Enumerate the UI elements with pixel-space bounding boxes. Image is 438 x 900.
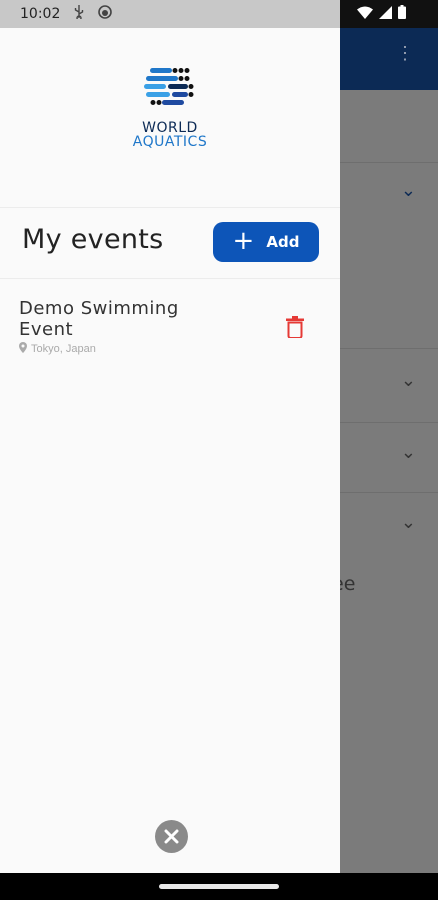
more-vert-icon: ⋮ [396, 43, 414, 63]
background-row: ⌄ [340, 162, 438, 349]
event-name: Demo Swimming Event [19, 298, 179, 340]
page-title: My events [22, 224, 164, 255]
navigation-drawer: WORLD AQUATICS My events + Add Demo Swim… [0, 28, 340, 873]
home-gesture-handle[interactable] [159, 884, 279, 889]
chevron-down-icon: ⌄ [400, 442, 416, 462]
notification-icon [98, 5, 113, 23]
chevron-down-icon: ⌄ [400, 512, 416, 532]
event-location: Tokyo, Japan [19, 342, 319, 356]
background-text: ee [340, 573, 356, 595]
plus-icon: + [232, 226, 255, 256]
background-row: ⌄ [340, 348, 438, 423]
delete-event-button[interactable] [286, 316, 304, 343]
event-list-item[interactable]: Demo Swimming Event Tokyo, Japan [19, 298, 319, 356]
world-aquatics-logo: WORLD AQUATICS [120, 66, 220, 149]
background-app-scrim[interactable]: ⋮ ⌄ ⌄ ⌄ ⌄ ee [340, 28, 438, 873]
system-nav-bar [0, 873, 438, 900]
status-time: 10:02 [20, 6, 61, 22]
wifi-icon [357, 6, 373, 23]
status-bar: 10:02 [0, 0, 438, 28]
add-button-label: Add [266, 233, 300, 251]
close-drawer-button[interactable] [155, 820, 188, 853]
logo-mark-icon [144, 68, 194, 105]
divider [0, 278, 340, 279]
background-row [340, 90, 438, 163]
background-row: ⌄ [340, 422, 438, 493]
location-pin-icon [19, 342, 27, 356]
background-row: ⌄ [340, 492, 438, 562]
logo-text-aquatics: AQUATICS [132, 134, 208, 150]
usb-icon [74, 5, 84, 23]
add-event-button[interactable]: + Add [213, 222, 319, 262]
battery-icon [398, 5, 406, 23]
chevron-down-icon: ⌄ [400, 370, 416, 390]
status-icons [340, 0, 438, 28]
trash-icon [286, 316, 304, 339]
divider [0, 207, 340, 208]
event-location-text: Tokyo, Japan [31, 343, 96, 355]
background-app-bar: ⋮ [340, 28, 438, 90]
close-icon [164, 829, 179, 844]
signal-icon [379, 5, 392, 23]
chevron-down-icon: ⌄ [400, 180, 416, 200]
logo-text-world: WORLD [142, 120, 198, 136]
